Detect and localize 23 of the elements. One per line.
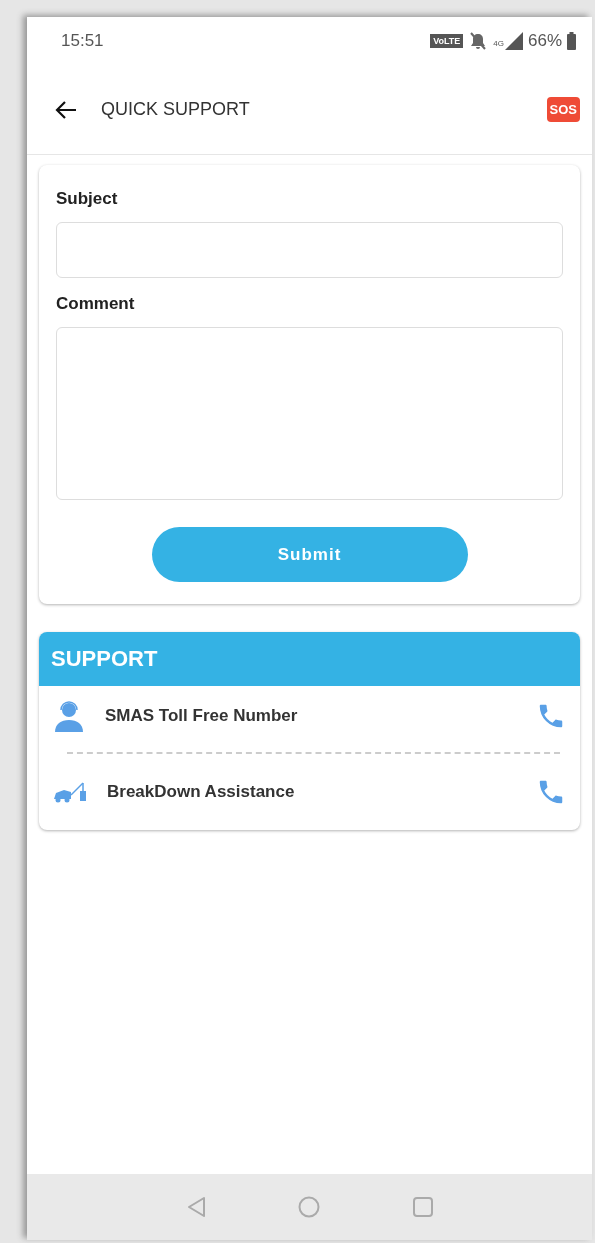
status-time: 15:51 xyxy=(61,31,104,51)
muted-bell-icon xyxy=(468,32,489,50)
sos-button[interactable]: SOS xyxy=(546,97,580,122)
page-title: QUICK SUPPORT xyxy=(101,99,251,120)
signal-icon xyxy=(504,32,523,50)
support-item-label: SMAS Toll Free Number xyxy=(105,706,299,726)
support-item-label: BreakDown Assistance xyxy=(107,782,296,802)
home-nav-icon[interactable] xyxy=(297,1196,320,1218)
support-agent-icon xyxy=(53,700,85,732)
support-title: SUPPORT xyxy=(51,646,158,672)
back-nav-icon[interactable] xyxy=(185,1196,206,1218)
submit-button[interactable]: Submit xyxy=(151,527,468,582)
comment-field[interactable] xyxy=(56,327,563,500)
field-label: Comment xyxy=(56,294,136,314)
field-label: Subject xyxy=(56,189,119,209)
tow-truck-icon xyxy=(53,779,87,805)
recents-nav-icon[interactable] xyxy=(411,1196,434,1218)
battery-icon xyxy=(567,32,576,50)
back-arrow-icon[interactable] xyxy=(55,100,77,119)
network-badge: VoLTE xyxy=(430,34,464,48)
network-type: 4G xyxy=(493,39,504,48)
subject-field[interactable] xyxy=(56,222,563,278)
battery-level: 66% xyxy=(527,31,562,51)
